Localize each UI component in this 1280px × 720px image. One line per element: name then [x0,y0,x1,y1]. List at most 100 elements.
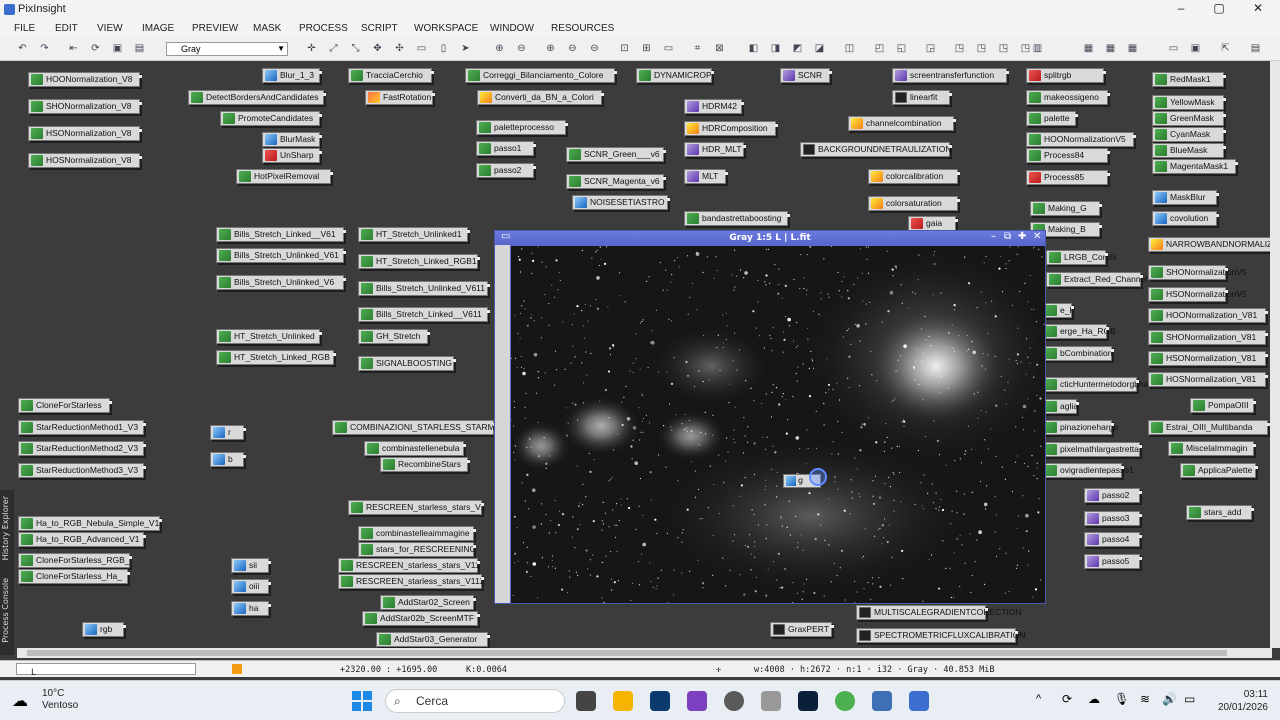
menu-window[interactable]: WINDOW [490,23,534,34]
process-icon-ht-stretch-unlinked1[interactable]: HT_Stretch_Unlinked1 [358,227,470,242]
chrome-icon[interactable] [835,691,855,711]
process-icon-starreductionmethod2-v3[interactable]: StarReductionMethod2_V3 [18,441,146,456]
process-icon-detectbordersandcandidates[interactable]: DetectBordersAndCandidates [188,90,326,105]
mask-invert-icon[interactable]: ◩ [791,42,804,55]
process-icon-stars-add[interactable]: stars_add [1186,505,1254,520]
view-dropdown[interactable]: L [16,663,196,678]
process-icon-erge-ha-rgb[interactable]: erge_Ha_RGB [1042,324,1116,339]
window-icon[interactable]: ▭ [662,42,675,55]
process-icon-splitrgb[interactable]: splitrgb [1026,68,1106,83]
battery-icon[interactable]: ▭ [1184,692,1195,706]
process-icon-hsonormalization-v81[interactable]: HSONormalization_V81 [1148,351,1268,366]
menu-resources[interactable]: RESOURCES [551,23,614,34]
process-icon-cloneforstarless-ha[interactable]: CloneForStarless_Ha_ [18,569,130,584]
horizontal-scrollbar[interactable] [17,648,1272,658]
process-icon-scnr-green-v6[interactable]: SCNR_Green___v6 [566,147,666,162]
process-icon-hoonormalization-v8[interactable]: HOONormalization_V8 [28,72,142,87]
process-icon-redmask1[interactable]: RedMask1 [1152,72,1226,87]
process-icon-converti-da-bn-a-colori[interactable]: Converti_da_BN_a_Colori [477,90,604,105]
process-icon-passo5[interactable]: passo5 [1084,554,1142,569]
scroll-thumb[interactable] [27,650,1227,656]
fit-icon[interactable]: ⊡ [618,42,631,55]
monitor-icon[interactable]: ▭ [1167,42,1180,55]
process-icon-gh-stretch[interactable]: GH_Stretch [358,329,430,344]
zoom-in-icon[interactable]: ⊕ [493,42,506,55]
process-icon-tracciacerchio[interactable]: TracciaCerchio [348,68,434,83]
pan-icon[interactable]: ✛ [305,42,318,55]
cloud-icon[interactable]: ☁ [1088,692,1100,706]
process-icon-applicapalette[interactable]: ApplicaPalette [1180,463,1258,478]
redo-all-icon[interactable]: ⟳ [89,42,102,55]
grid-3-icon[interactable]: ▦ [1126,42,1139,55]
process-icon-bluemask[interactable]: BlueMask [1152,143,1226,158]
image-window-maximize-icon[interactable]: ✚ [1018,231,1026,242]
stf-reset-icon[interactable]: ◲ [924,42,937,55]
process-icon-combinazioni-starless-starma[interactable]: COMBINAZIONI_STARLESS_STARMA [332,420,500,435]
process-icon-ovigradientepasso1[interactable]: ovigradientepasso1 [1042,463,1134,478]
process-icon-mlt[interactable]: MLT [684,169,728,184]
menu-image[interactable]: IMAGE [142,23,174,34]
menu-view[interactable]: VIEW [97,23,123,34]
mask-enable-icon[interactable]: ◨ [769,42,782,55]
process-icon-bills-stretch-linked-v61[interactable]: Bills_Stretch_Linked__V61 [216,227,346,242]
process-icon-combinastellenebula[interactable]: combinastellenebula [364,441,466,456]
process-icon-rescreen-starless-stars-v11[interactable]: RESCREEN_starless_stars_V11 [338,558,480,573]
zoom-out-icon[interactable]: ⊖ [515,42,528,55]
process-icon-process85[interactable]: Process85 [1026,170,1110,185]
app-icon[interactable] [687,691,707,711]
process-icon-fastrotation[interactable]: FastRotation [365,90,435,105]
process-icon-oiii[interactable]: oiii [231,579,271,594]
process-icon-shonormalization-v81[interactable]: SHONormalization_V81 [1148,330,1268,345]
process-icon-greenmask[interactable]: GreenMask [1152,111,1226,126]
process-icon-paletteprocesso[interactable]: paletteprocesso [476,120,568,135]
process-icon-channelcombination[interactable]: channelcombination [848,116,956,131]
process-icon-hdr-mlt[interactable]: HDR_MLT [684,142,746,157]
process-icon-palette[interactable]: palette [1026,111,1078,126]
process-icon-process84[interactable]: Process84 [1026,148,1110,163]
process-icon-sii[interactable]: sii [231,558,271,573]
process-console-tab[interactable]: Process Console [1,578,10,643]
pixinsight-taskbar-icon[interactable] [909,691,929,711]
process-icon-colorcalibration[interactable]: colorcalibration [868,169,960,184]
app-2-icon[interactable] [724,691,744,711]
volume-icon[interactable]: 🔊 [1162,692,1177,706]
process-icon-bandastrettaboosting[interactable]: bandastrettaboosting [684,211,790,226]
mask-show-icon[interactable]: ◧ [747,42,760,55]
move-icon[interactable]: ✥ [371,42,384,55]
process-icon-promotecandidates[interactable]: PromoteCandidates [220,111,322,126]
snapshot-icon[interactable]: ▤ [133,42,146,55]
file-explorer-icon[interactable] [613,691,633,711]
process-icon-scnr-magenta-v6[interactable]: SCNR_Magenta_v6 [566,174,666,189]
process-icon-makeossigeno[interactable]: makeossigeno [1026,90,1110,105]
photoshop-icon[interactable] [798,691,818,711]
process-icon-hosnormalization-v81[interactable]: HOSNormalization_V81 [1148,372,1268,387]
image-window-close-icon[interactable]: ✕ [1033,231,1041,242]
fullscreen-icon[interactable]: ⤡ [349,42,362,55]
process-icon-miscelaimmagin[interactable]: MiscelaImmagin [1168,441,1256,456]
color-swatch[interactable] [232,664,242,674]
menu-workspace[interactable]: WORKSPACE [414,23,478,34]
windows-start-icon[interactable] [352,691,372,711]
stf-link-icon[interactable]: ◱ [895,42,908,55]
process-icon-magentamask1[interactable]: MagentaMask1 [1152,159,1238,174]
process-icon-ctichuntermetodorgbha[interactable]: cticHuntermetodorgbha [1042,377,1148,392]
undo-all-icon[interactable]: ⇤ [67,42,80,55]
redo-icon[interactable]: ↷ [38,42,51,55]
menu-preview[interactable]: PREVIEW [192,23,238,34]
process-icon-combinastelleaimmagine[interactable]: combinastelleaimmagine [358,526,476,541]
process-icon-bcombination[interactable]: bCombination [1042,346,1114,361]
process-icon-unsharp[interactable]: UnSharp [262,148,322,163]
process-icon-addstar02-screen[interactable]: AddStar02_Screen [380,595,476,610]
process-icon-blur-1-3[interactable]: Blur_1_3 [262,68,322,83]
process-icon-lrgb-combi[interactable]: LRGB_Combi [1046,250,1116,265]
process-icon-hoonormalizationv5[interactable]: HOONormalizationV5 [1026,132,1136,147]
process-icon-extract-red-channel[interactable]: Extract_Red_Channel [1046,272,1147,287]
undo-icon[interactable]: ↶ [16,42,29,55]
process-icon-r[interactable]: r [210,425,246,440]
process-icon-gaia[interactable]: gaia [908,216,958,231]
app-4-icon[interactable] [872,691,892,711]
process-icon-ha-to-rgb-nebula-simple-v1[interactable]: Ha_to_RGB_Nebula_Simple_V1 [18,516,162,531]
process-icon-starreductionmethod3-v3[interactable]: StarReductionMethod3_V3 [18,463,146,478]
grid-2-icon[interactable]: ▦ [1104,42,1117,55]
process-icon-recombinestars[interactable]: RecombineStars [380,457,470,472]
